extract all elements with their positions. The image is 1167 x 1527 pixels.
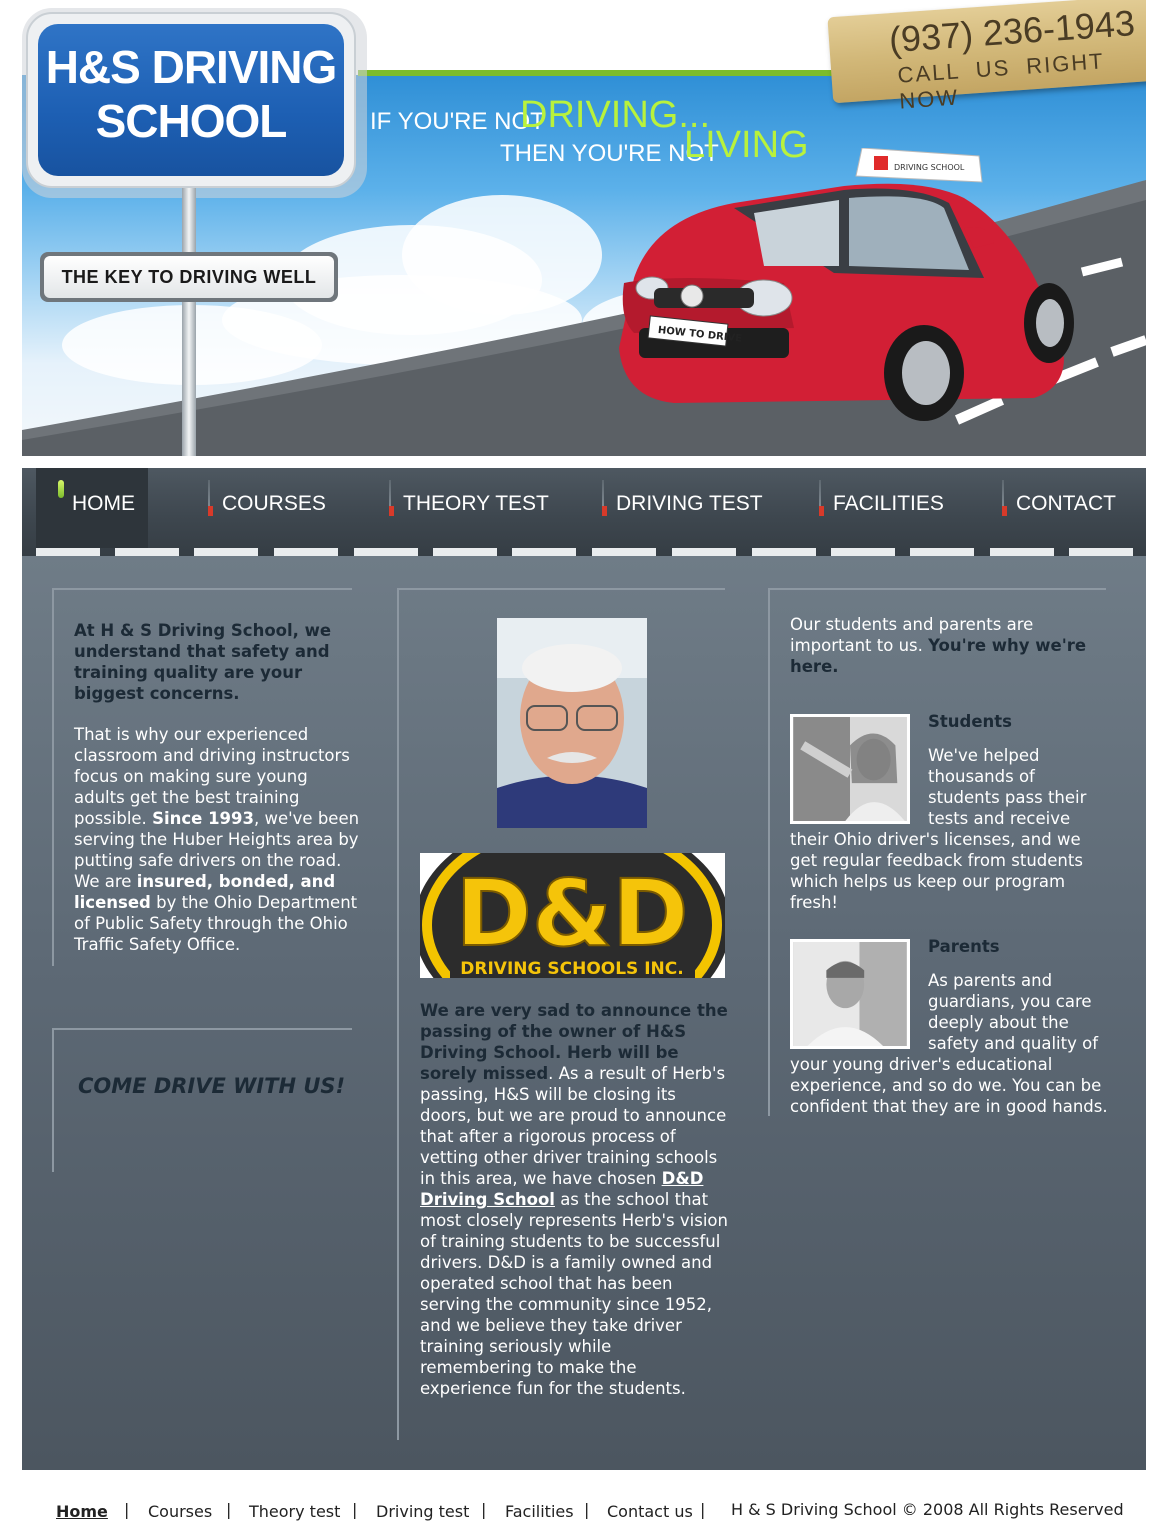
road-dash (831, 548, 895, 556)
logo-line-2: SCHOOL (95, 95, 288, 147)
intro-body: That is why our experienced classroom an… (74, 724, 360, 955)
announcement-text: We are very sad to announce the passing … (420, 1000, 728, 1399)
footer-link-facilities[interactable]: Facilities (505, 1502, 574, 1521)
nav-item-facilities[interactable]: FACILITIES (833, 468, 944, 548)
footer-separator: | (584, 1500, 590, 1519)
tagline-sign: THE KEY TO DRIVING WELL (40, 252, 338, 302)
logo-sign[interactable]: H&S DRIVING SCHOOL (26, 12, 356, 188)
logo-line-1: H&S DRIVING (45, 41, 338, 93)
footer-separator: | (352, 1500, 358, 1519)
parents-heading: Parents (928, 937, 1000, 956)
panel-border (397, 588, 725, 590)
road-dash (274, 548, 338, 556)
panel-border (52, 588, 352, 590)
footer: Home | Courses | Theory test | Driving t… (0, 1490, 1167, 1527)
footer-separator: | (226, 1500, 232, 1519)
owner-portrait-image (497, 618, 647, 828)
active-indicator-icon (58, 480, 64, 498)
nav-separator-marker (602, 506, 607, 516)
parents-text: As parents and guardians, you care deepl… (790, 970, 1110, 1117)
nav-item-driving-test[interactable]: DRIVING TEST (616, 468, 763, 548)
students-heading: Students (928, 712, 1012, 731)
road-dash (433, 548, 497, 556)
sign-pole (182, 188, 196, 460)
come-drive-cta: COME DRIVE WITH US! (78, 1074, 346, 1098)
slogan-part-1: IF YOU'RE NOT (370, 108, 545, 135)
nav-separator-marker (1002, 506, 1007, 516)
main-content: At H & S Driving School, we understand t… (22, 556, 1146, 1470)
road-dash (990, 548, 1054, 556)
tagline-text: THE KEY TO DRIVING WELL (44, 256, 334, 298)
road-dash (592, 548, 656, 556)
dd-logo-small-text: DRIVING SCHOOLS INC. (460, 959, 683, 978)
footer-link-courses[interactable]: Courses (148, 1502, 212, 1521)
slogan-part-2: DRIVING... (520, 94, 711, 136)
dd-driving-schools-logo[interactable]: D&D DRIVING SCHOOLS INC. (420, 853, 725, 978)
footer-link-theory-test[interactable]: Theory test (249, 1502, 340, 1521)
header-banner: H&S DRIVING SCHOOL THE KEY TO DRIVING WE… (22, 0, 1146, 468)
copyright-text: H & S Driving School © 2008 All Rights R… (731, 1500, 1124, 1519)
road-dash (672, 548, 736, 556)
panel-border (52, 1028, 54, 1172)
nav-separator-marker (208, 506, 213, 516)
road-dash (36, 548, 100, 556)
panel-border (52, 1028, 352, 1030)
road-dash (512, 548, 576, 556)
panel-border (768, 588, 1106, 590)
since-year: Since 1993 (152, 809, 254, 828)
nav-item-theory-test[interactable]: THEORY TEST (403, 468, 549, 548)
nav-item-contact-us[interactable]: CONTACT US (1016, 468, 1146, 587)
footer-link-home[interactable]: Home (56, 1502, 108, 1521)
footer-link-contact-us[interactable]: Contact us (607, 1502, 693, 1521)
header-divider (22, 456, 1146, 468)
red-car-image: DRIVING SCHOOL HOW TO DRIVE (619, 148, 1074, 421)
road-dash (910, 548, 974, 556)
dd-logo-big-text: D&D (456, 860, 689, 967)
nav-label-courses: COURSES (222, 492, 326, 515)
road-dash (1069, 548, 1133, 556)
intro-statement: At H & S Driving School, we understand t… (74, 621, 332, 703)
nav-separator-marker (389, 506, 394, 516)
footer-separator: | (124, 1500, 130, 1519)
main-nav: HOME COURSES THEORY TEST DRIVING TEST FA… (22, 468, 1146, 587)
panel-border (397, 588, 399, 1440)
phone-plank[interactable]: (937) 236-1943 CALL US RIGHT NOW (827, 0, 1146, 114)
nav-label-home: HOME (72, 492, 135, 515)
panel-border (52, 588, 54, 966)
students-text: We've helped thousands of students pass … (790, 745, 1110, 913)
roof-sign-text: DRIVING SCHOOL (894, 163, 965, 172)
nav-item-home[interactable]: HOME (36, 468, 148, 548)
panel-border (768, 588, 770, 1116)
road-dash (752, 548, 816, 556)
nav-label-theory-test: THEORY TEST (403, 492, 549, 515)
nav-label-facilities: FACILITIES (833, 492, 944, 515)
road-dash (115, 548, 179, 556)
footer-link-driving-test[interactable]: Driving test (376, 1502, 469, 1521)
nav-label-driving-test: DRIVING TEST (616, 492, 763, 515)
footer-separator: | (700, 1500, 706, 1519)
road-dash (354, 548, 418, 556)
announcement-body: as the school that most closely represen… (420, 1190, 728, 1398)
nav-item-courses[interactable]: COURSES (222, 468, 326, 548)
nav-separator-marker (819, 506, 824, 516)
road-dash (194, 548, 258, 556)
footer-separator: | (481, 1500, 487, 1519)
right-intro: Our students and parents are important t… (790, 614, 1090, 677)
